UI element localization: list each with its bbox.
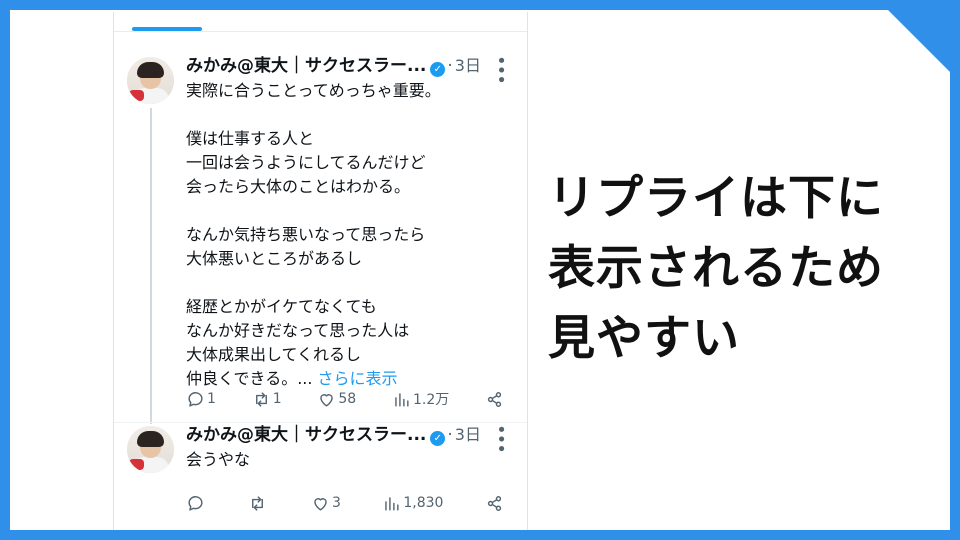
tweet-header: みかみ@東大｜サクセスラー... ✓ · 3日: [186, 55, 526, 77]
like-button[interactable]: 3: [311, 494, 341, 513]
analytics-icon: [395, 392, 409, 407]
headline-line: リプライは下に: [548, 171, 884, 226]
tweet-actions: 1 1 58 1.2万: [186, 388, 504, 410]
tweet-text: 会うやな: [186, 450, 251, 469]
paragraph: 僕は仕事する人と 一回は会うようにしてるんだけど 会ったら大体のことはわかる。: [186, 129, 426, 196]
timestamp[interactable]: 3日: [455, 425, 481, 444]
share-icon: [487, 391, 502, 407]
reply-count: 1: [207, 391, 216, 407]
show-more-link[interactable]: さらに表示: [318, 369, 398, 388]
repost-icon: [255, 391, 267, 407]
avatar[interactable]: [127, 426, 174, 473]
like-button[interactable]: 58: [317, 390, 356, 409]
reply-icon: [188, 391, 203, 407]
avatar[interactable]: [127, 57, 174, 104]
author-name[interactable]: みかみ@東大｜サクセスラー...: [186, 425, 426, 445]
corner-decoration: [888, 10, 950, 72]
tweet-header: みかみ@東大｜サクセスラー... ✓ · 3日: [186, 424, 526, 446]
share-button[interactable]: [485, 494, 504, 513]
repost-button[interactable]: [248, 494, 269, 513]
views-button[interactable]: 1.2万: [392, 389, 449, 409]
like-count: 3: [331, 495, 341, 511]
author-name[interactable]: みかみ@東大｜サクセスラー...: [186, 56, 426, 76]
reply-button[interactable]: [186, 494, 207, 513]
headline-line: 表示されるため: [548, 241, 884, 296]
verified-badge-icon: ✓: [430, 62, 446, 77]
verified-badge-icon: ✓: [430, 431, 446, 446]
tweet-thread-screenshot: みかみ@東大｜サクセスラー... ✓ · 3日 ••• 実際に合うことってめっちゃ重要…: [113, 12, 528, 530]
reply-button[interactable]: 1: [186, 390, 216, 409]
repost-icon: [252, 495, 264, 511]
timestamp[interactable]: 3日: [455, 56, 481, 75]
share-button[interactable]: [485, 390, 504, 409]
like-count: 58: [338, 391, 357, 407]
view-count: 1,830: [403, 495, 444, 511]
views-button[interactable]: 1,830: [382, 494, 443, 513]
truncated-text: 仲良くできる。...: [186, 369, 318, 388]
paragraph: なんか気持ち悪いなって思ったら 大体悪いところがあるし: [186, 225, 426, 268]
tweet-actions: 3 1,830: [186, 492, 504, 514]
paragraph: 実際に合うことってめっちゃ重要。: [186, 81, 441, 100]
share-icon: [487, 495, 502, 511]
repost-button[interactable]: 1: [252, 390, 282, 409]
dot-separator: ·: [447, 56, 453, 76]
heart-icon: [314, 497, 327, 511]
slide-headline: リプライは下に 表示されるため 見やすい: [548, 164, 928, 374]
repost-count: 1: [272, 391, 282, 407]
divider: [114, 31, 527, 32]
heart-icon: [320, 393, 334, 407]
divider: [114, 422, 527, 423]
dot-separator: ·: [447, 425, 453, 445]
analytics-icon: [385, 496, 399, 511]
headline-line: 見やすい: [548, 311, 740, 366]
tweet-text: 実際に合うことってめっちゃ重要。 僕は仕事する人と 一回は会うようにしてるんだけ…: [186, 79, 506, 391]
view-count: 1.2万: [412, 392, 450, 408]
paragraph: 経歴とかがイケてなくても なんか好きだなって思った人は 大体成果出してくれるし …: [186, 297, 410, 388]
thread-connector-line: [150, 108, 152, 424]
reply-icon: [188, 495, 203, 511]
